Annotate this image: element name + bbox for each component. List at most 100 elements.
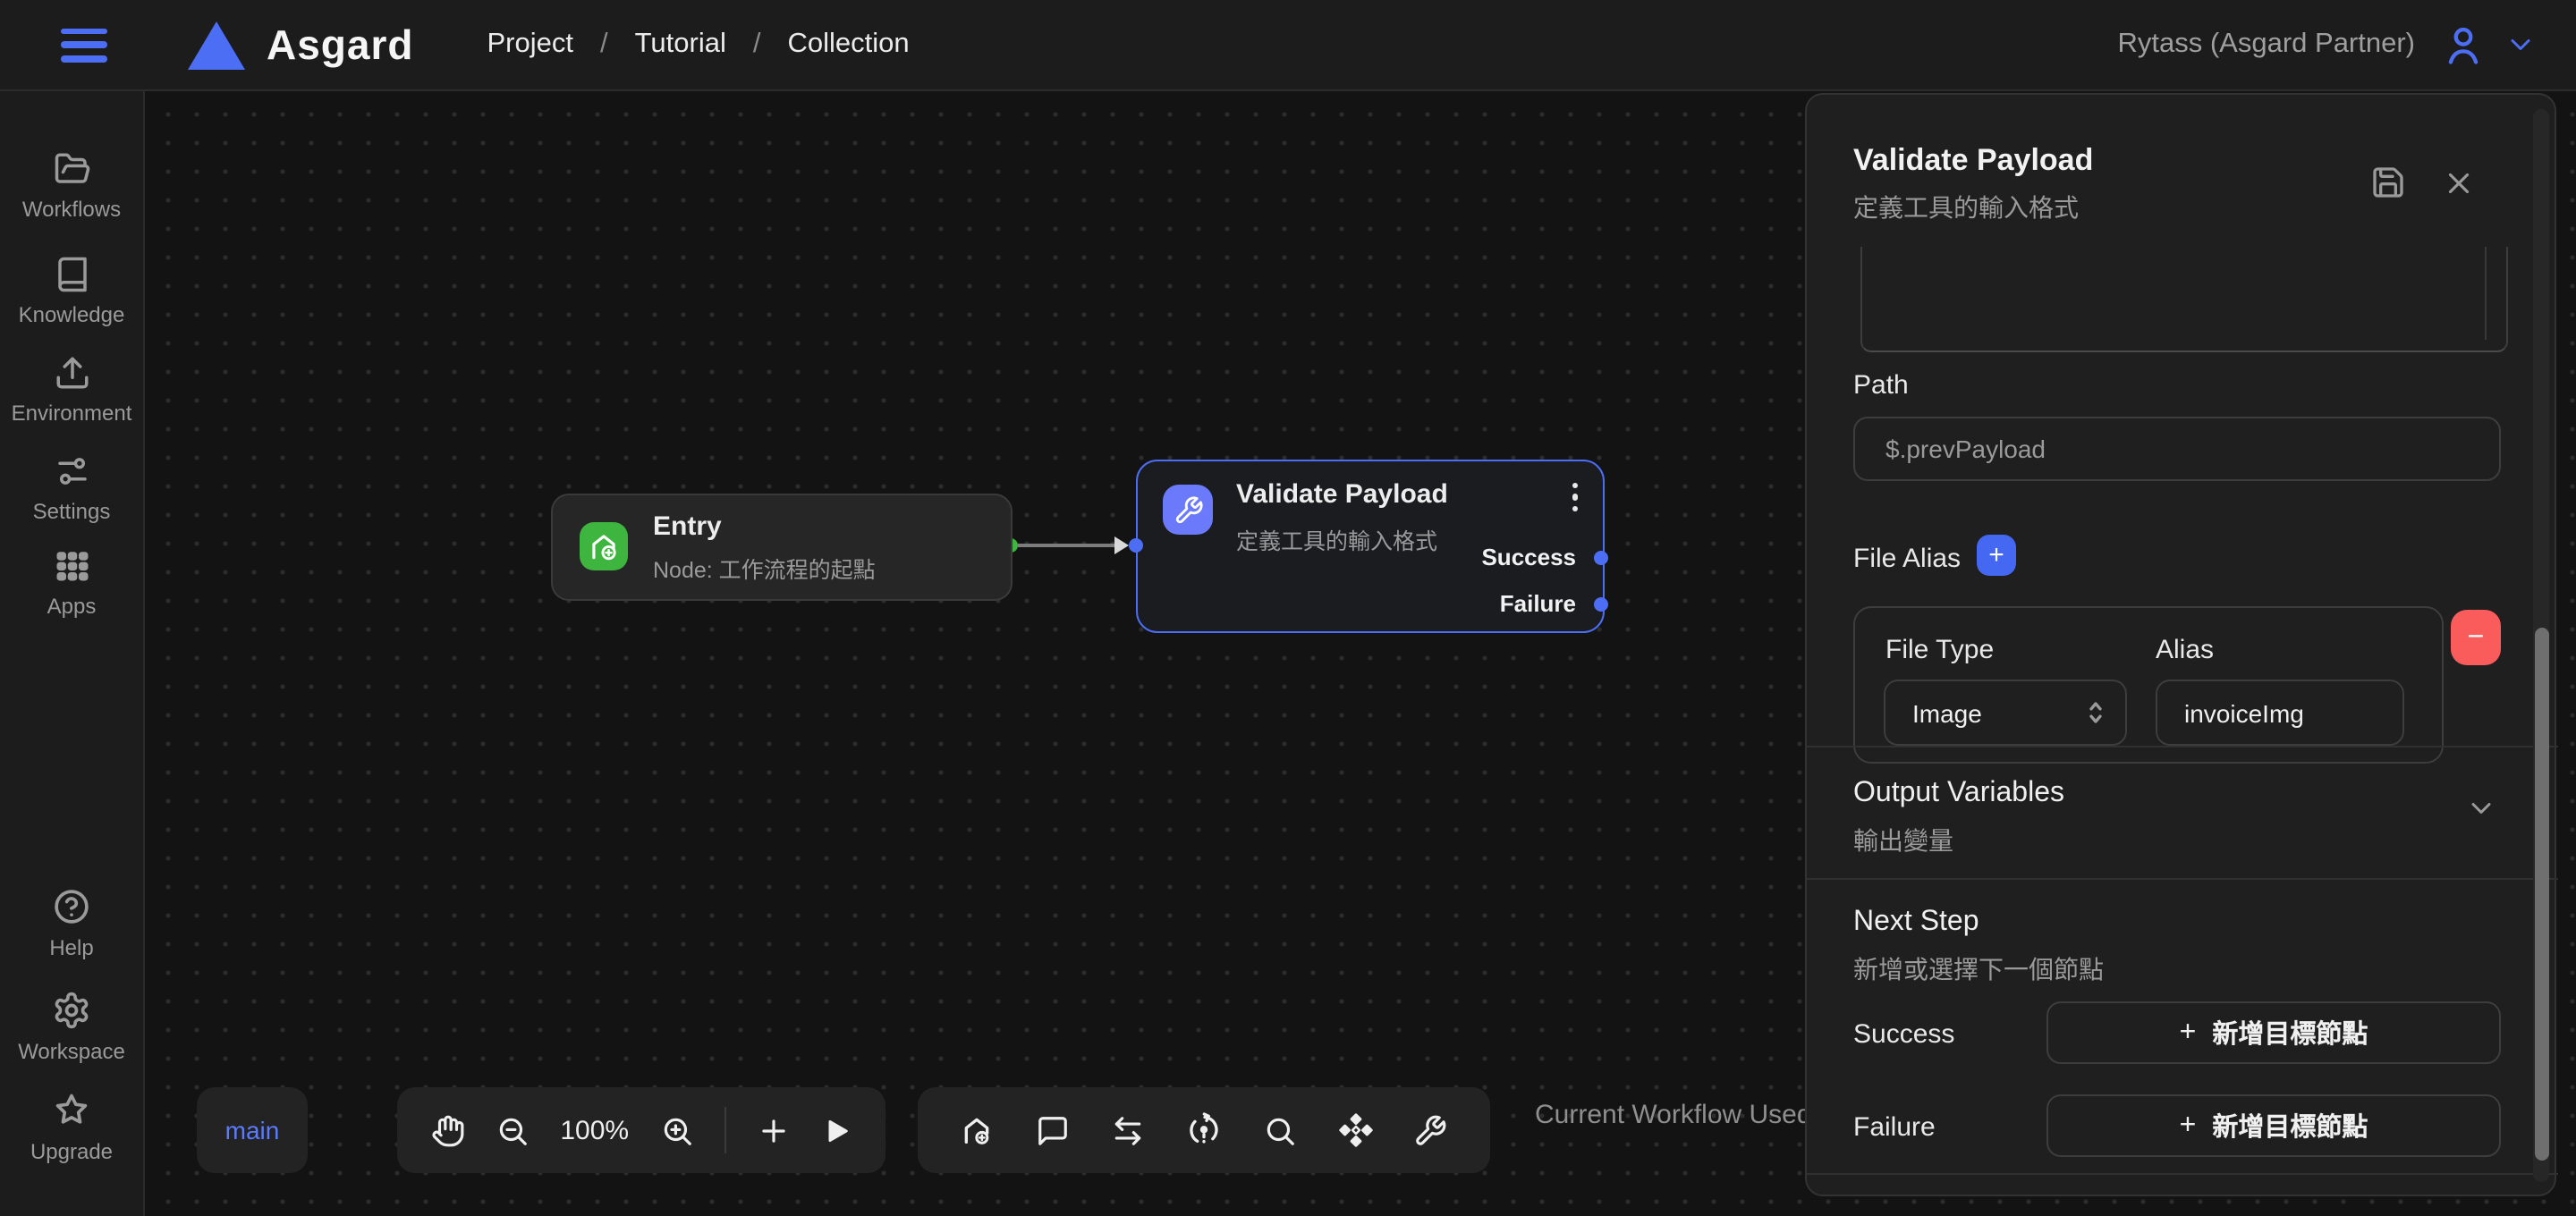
failure-output-port[interactable] <box>1594 597 1608 612</box>
minus-icon: − <box>2468 621 2485 654</box>
home-plus-icon <box>580 522 628 570</box>
alias-value: invoiceImg <box>2184 698 2304 727</box>
sidebar-item-apps[interactable]: Apps <box>0 547 143 619</box>
entry-node[interactable]: Entry Node: 工作流程的起點 <box>551 494 1013 601</box>
folder-icon <box>53 150 90 188</box>
add-entry-node-icon[interactable] <box>960 1112 996 1148</box>
wrench-icon <box>1163 485 1213 535</box>
chevron-down-icon[interactable] <box>2504 29 2537 61</box>
plus-icon: + <box>2180 1110 2197 1142</box>
swap-arrows-icon[interactable] <box>1111 1113 1145 1147</box>
file-type-label: File Type <box>1885 635 1994 665</box>
idea-rotate-icon[interactable] <box>1186 1112 1222 1148</box>
save-icon[interactable] <box>2370 165 2406 200</box>
select-chevrons-icon <box>2086 699 2106 726</box>
success-row-label: Success <box>1853 1019 1954 1050</box>
remove-file-alias-button[interactable]: − <box>2451 610 2501 665</box>
next-step-title: Next Step <box>1853 907 1979 939</box>
breadcrumb-collection[interactable]: Collection <box>787 29 909 61</box>
panel-subtitle: 定義工具的輸入格式 <box>1853 190 2079 225</box>
workflow-usage-status: Current Workflow Used <box>1535 1100 1812 1130</box>
sidebar: Workflows Knowledge Environment Settings… <box>0 89 145 1216</box>
alias-label: Alias <box>2156 635 2214 665</box>
node-tools-toolbar <box>918 1087 1490 1173</box>
output-variables-title: Output Variables <box>1853 778 2064 810</box>
brand-name: Asgard <box>267 21 414 69</box>
node-title: Entry <box>653 511 722 542</box>
section-divider <box>1807 878 2558 880</box>
schema-textarea[interactable] <box>1860 247 2508 352</box>
sidebar-item-settings[interactable]: Settings <box>0 452 143 524</box>
path-input[interactable]: $.prevPayload <box>1853 417 2501 481</box>
sidebar-item-workflows[interactable]: Workflows <box>0 150 143 222</box>
plus-icon: + <box>1988 540 2004 570</box>
add-failure-target-button[interactable]: + 新增目標節點 <box>2046 1094 2501 1157</box>
file-alias-card: File Type Alias Image invoiceImg <box>1853 606 2444 764</box>
add-target-label: 新增目標節點 <box>2212 1107 2368 1144</box>
node-subtitle: Node: 工作流程的起點 <box>653 551 876 585</box>
sidebar-item-workspace[interactable]: Workspace <box>0 991 143 1064</box>
success-port-label: Success <box>1481 544 1576 570</box>
failure-port-label: Failure <box>1500 590 1576 617</box>
sidebar-item-knowledge[interactable]: Knowledge <box>0 256 143 327</box>
file-alias-label: File Alias <box>1853 544 1961 574</box>
kebab-menu-icon[interactable] <box>1572 483 1578 511</box>
breadcrumb-tutorial[interactable]: Tutorial <box>635 29 726 61</box>
app-window: Entry Node: 工作流程的起點 Validate Payload 定義工… <box>0 0 2576 1216</box>
top-bar: Asgard Project / Tutorial / Collection R… <box>0 0 2576 91</box>
sidebar-item-upgrade[interactable]: Upgrade <box>0 1091 143 1164</box>
chevron-down-icon[interactable] <box>2465 792 2497 824</box>
upload-icon <box>53 354 90 392</box>
breadcrumb: Project / Tutorial / Collection <box>487 29 910 61</box>
breadcrumb-separator: / <box>600 29 608 61</box>
book-icon <box>53 256 90 293</box>
toolbar-divider <box>724 1107 726 1153</box>
add-target-label: 新增目標節點 <box>2212 1014 2368 1051</box>
panel-title: Validate Payload <box>1853 143 2093 179</box>
panel-scrollbar-thumb[interactable] <box>2534 628 2548 1161</box>
zoom-in-icon[interactable] <box>659 1113 693 1147</box>
star-icon <box>52 1091 91 1130</box>
alias-input[interactable]: invoiceImg <box>2156 680 2404 746</box>
validate-payload-node[interactable]: Validate Payload 定義工具的輸入格式 Success Failu… <box>1136 460 1605 633</box>
sidebar-item-help[interactable]: Help <box>0 887 143 960</box>
search-icon[interactable] <box>1263 1113 1297 1147</box>
edge-arrowhead-icon <box>1114 536 1129 554</box>
play-icon[interactable] <box>821 1115 852 1145</box>
success-output-port[interactable] <box>1594 551 1608 565</box>
sidebar-item-environment[interactable]: Environment <box>0 354 143 426</box>
user-icon[interactable] <box>2440 21 2487 68</box>
sliders-icon <box>53 452 90 490</box>
edge-connector <box>1018 545 1120 547</box>
panel-footer-divider <box>1807 1173 2558 1175</box>
help-icon <box>52 887 91 926</box>
gear-icon <box>52 991 91 1030</box>
zoom-level: 100% <box>560 1115 629 1145</box>
validate-input-port[interactable] <box>1129 538 1143 553</box>
plus-icon: + <box>2180 1017 2197 1049</box>
path-value: $.prevPayload <box>1885 435 2046 463</box>
hand-pan-icon[interactable] <box>431 1113 465 1147</box>
node-config-panel: Validate Payload 定義工具的輸入格式 Path $.prevPa… <box>1805 93 2556 1196</box>
branch-button[interactable]: main <box>197 1087 308 1173</box>
menu-icon[interactable] <box>61 28 107 62</box>
panel-scrollbar-track[interactable] <box>2533 109 2549 1182</box>
add-success-target-button[interactable]: + 新增目標節點 <box>2046 1001 2501 1064</box>
section-divider <box>1807 746 2558 747</box>
breadcrumb-project[interactable]: Project <box>487 29 574 61</box>
zoom-out-icon[interactable] <box>496 1113 530 1147</box>
node-subtitle: 定義工具的輸入格式 <box>1236 522 1437 556</box>
textarea-scrollbar[interactable] <box>2485 247 2487 340</box>
close-icon[interactable] <box>2442 166 2476 200</box>
wrench-icon[interactable] <box>1414 1113 1448 1147</box>
breadcrumb-separator: / <box>753 29 761 61</box>
comment-icon[interactable] <box>1037 1113 1071 1147</box>
add-file-alias-button[interactable]: + <box>1977 535 2016 576</box>
arrange-icon[interactable] <box>1337 1112 1373 1148</box>
failure-row-label: Failure <box>1853 1112 1936 1143</box>
file-type-select[interactable]: Image <box>1884 680 2127 746</box>
account-name: Rytass (Asgard Partner) <box>2118 29 2416 61</box>
next-step-subtitle: 新增或選擇下一個節點 <box>1853 951 2104 987</box>
canvas-controls-toolbar: 100% <box>397 1087 886 1173</box>
add-icon[interactable] <box>757 1113 791 1147</box>
